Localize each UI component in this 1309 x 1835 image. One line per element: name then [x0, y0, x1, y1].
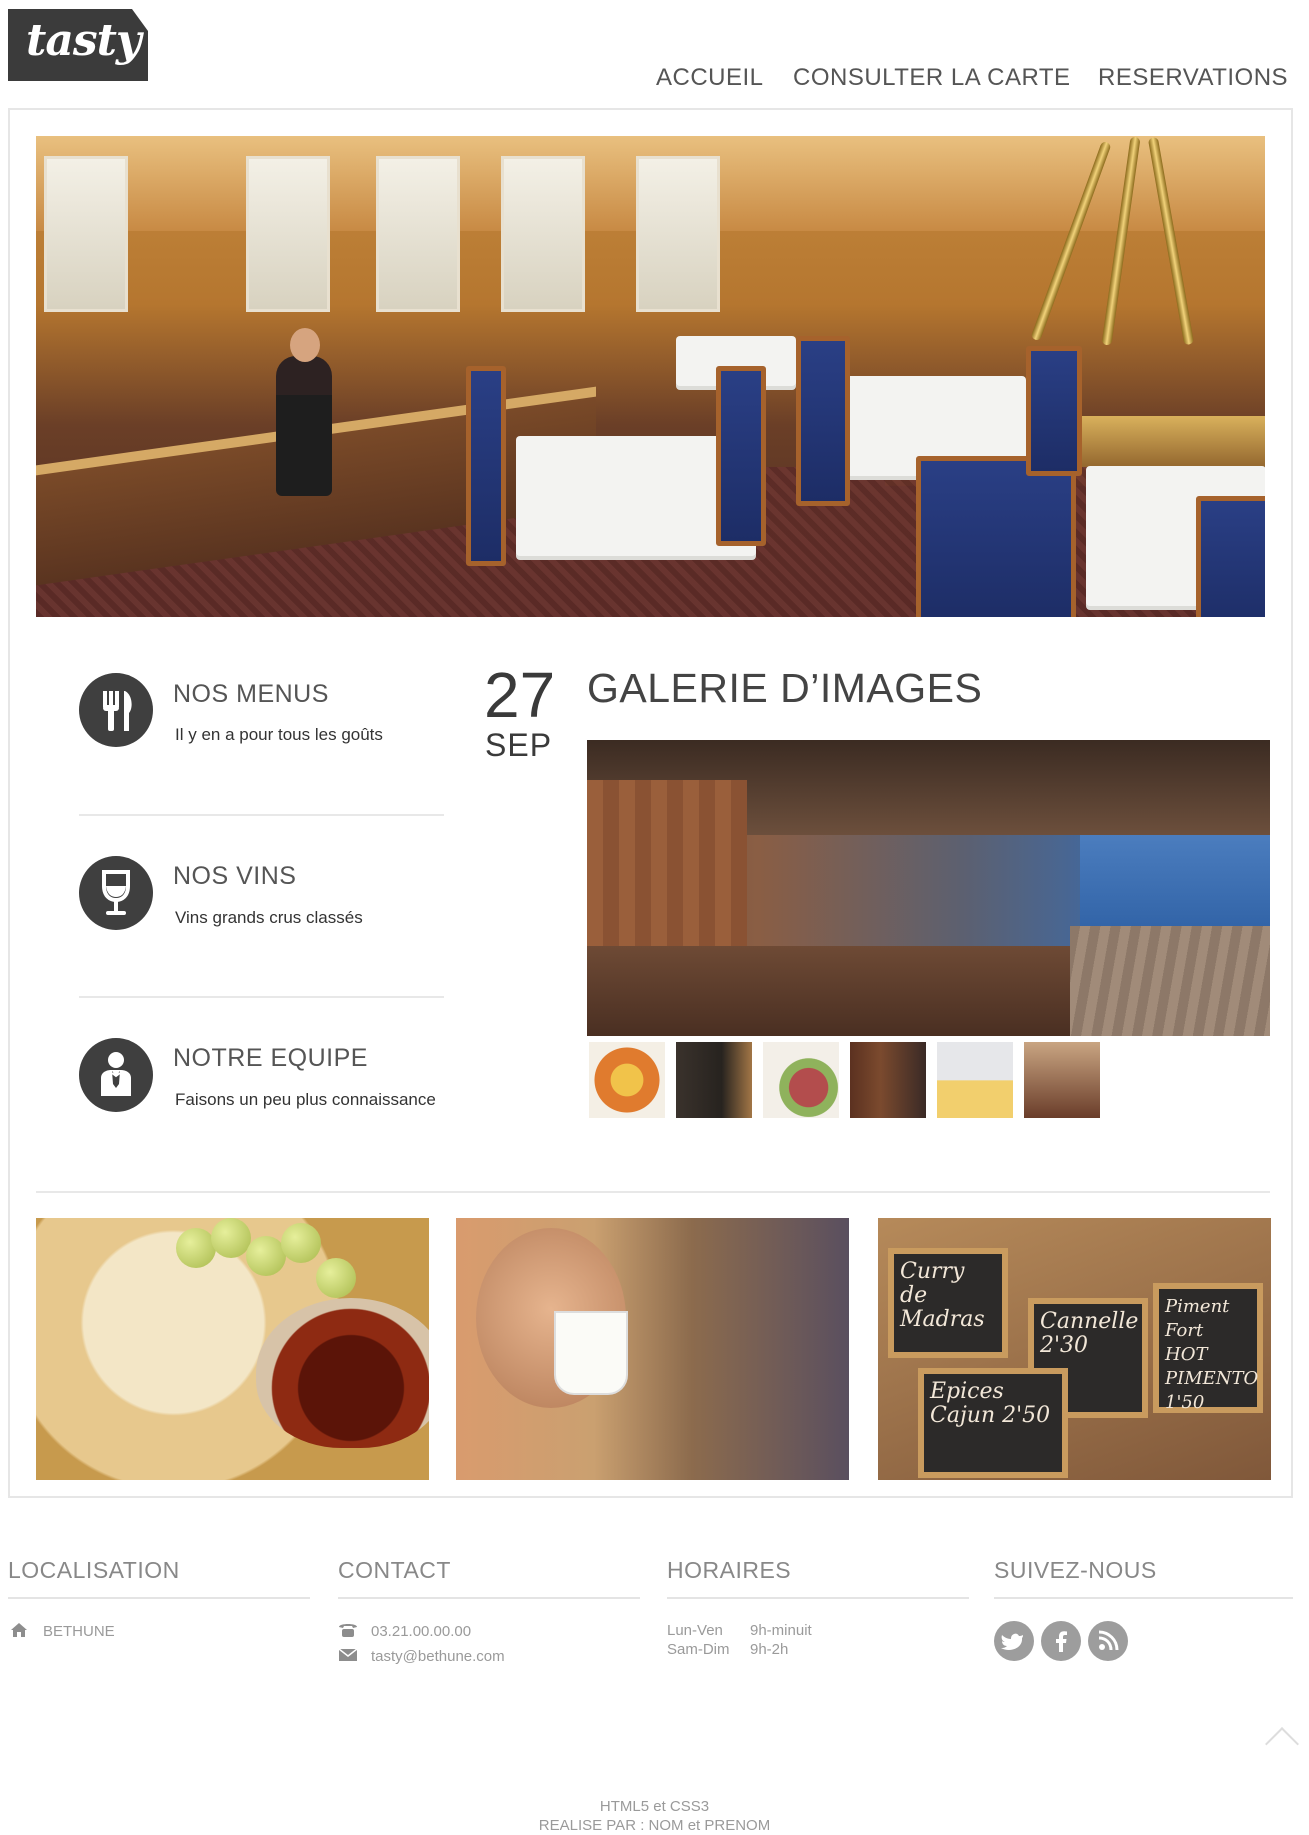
credits-line: HTML5 et CSS3 [599, 1798, 710, 1815]
date-month: SEP [485, 727, 553, 763]
wine-glass-icon[interactable] [79, 856, 153, 930]
facebook-icon[interactable] [1041, 1621, 1081, 1661]
phone-icon [338, 1622, 358, 1643]
hours-time: 9h-minuit [750, 1622, 812, 1639]
spice-board: Epices Cajun 2'50 [918, 1368, 1068, 1478]
divider [79, 814, 444, 816]
photo-spices: Curry de Madras Cannelle 2'30 Piment For… [878, 1218, 1271, 1480]
footer-heading-contact: CONTACT [338, 1557, 451, 1583]
footer-heading-horaires: HORAIRES [667, 1557, 792, 1583]
spice-board: Curry de Madras [888, 1248, 1008, 1358]
gallery-thumb[interactable] [761, 1040, 841, 1120]
footer-phone: 03.21.00.00.00 [371, 1623, 472, 1640]
hours-days: Sam-Dim [667, 1641, 730, 1658]
twitter-icon[interactable] [994, 1621, 1034, 1661]
divider [994, 1597, 1293, 1599]
gallery-thumb[interactable] [1022, 1040, 1102, 1120]
footer-credits: HTML5 et CSS3 REALISE PAR : NOM et PRENO… [0, 1797, 1309, 1835]
mail-icon [338, 1648, 358, 1667]
feature-title-vins[interactable]: NOS VINS [173, 862, 296, 891]
hours-time: 9h-2h [750, 1641, 789, 1658]
footer-email[interactable]: tasty@bethune.com [371, 1648, 505, 1665]
gallery-thumb[interactable] [848, 1040, 928, 1120]
feature-desc-vins: Vins grands crus classés [175, 908, 363, 927]
date-day: 27 [484, 659, 556, 731]
gallery-thumb[interactable] [587, 1040, 667, 1120]
section-divider [36, 1191, 1270, 1193]
back-to-top-icon[interactable] [1265, 1727, 1299, 1761]
photo-coffee [456, 1218, 849, 1480]
footer-city: BETHUNE [43, 1623, 115, 1640]
footer-heading-suivez-nous: SUIVEZ-NOUS [994, 1557, 1157, 1583]
hero-image [36, 136, 1265, 617]
logo[interactable]: tasty [8, 9, 148, 81]
cutlery-icon[interactable] [79, 673, 153, 747]
rss-icon[interactable] [1088, 1621, 1128, 1661]
footer-heading-localisation: LOCALISATION [8, 1557, 180, 1583]
divider [338, 1597, 640, 1599]
nav-accueil[interactable]: ACCUEIL [656, 64, 764, 92]
spice-board: Piment Fort HOT PIMENTO 1'50 [1153, 1283, 1263, 1413]
home-icon [10, 1622, 28, 1643]
gallery-main-image[interactable] [587, 740, 1270, 1036]
divider [8, 1597, 310, 1599]
gallery-thumb[interactable] [674, 1040, 754, 1120]
feature-desc-equipe: Faisons un peu plus connaissance [175, 1090, 436, 1109]
divider [667, 1597, 969, 1599]
gallery-thumb[interactable] [935, 1040, 1015, 1120]
feature-title-equipe[interactable]: NOTRE EQUIPE [173, 1044, 368, 1073]
credits-line: REALISE PAR : NOM et PRENOM [538, 1817, 771, 1834]
gallery-title: GALERIE D’IMAGES [587, 665, 983, 711]
nav-reservations[interactable]: RESERVATIONS [1098, 64, 1288, 92]
divider [79, 996, 444, 998]
photo-cheese-wine [36, 1218, 429, 1480]
logo-text: tasty [26, 15, 141, 66]
feature-desc-menus: Il y en a pour tous les goûts [175, 725, 383, 744]
hours-days: Lun-Ven [667, 1622, 723, 1639]
nav-consulter-la-carte[interactable]: CONSULTER LA CARTE [793, 64, 1071, 92]
waiter-icon[interactable] [79, 1038, 153, 1112]
feature-title-menus[interactable]: NOS MENUS [173, 680, 329, 709]
